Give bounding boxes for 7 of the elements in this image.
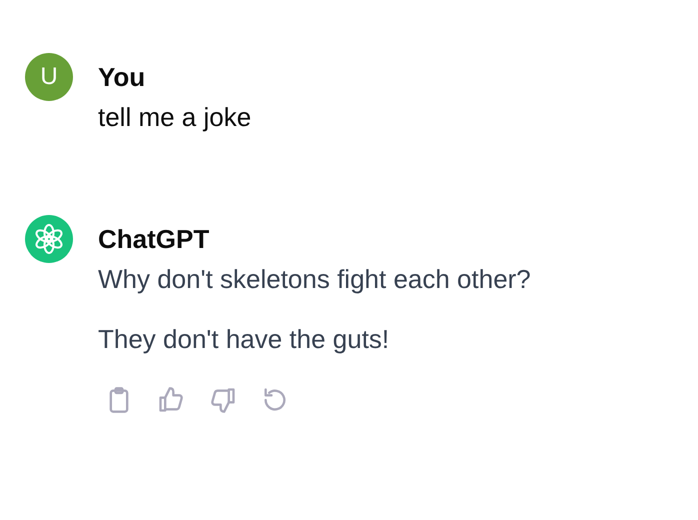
message-text: tell me a joke — [98, 101, 252, 133]
avatar: U — [25, 53, 73, 101]
author-name: ChatGPT — [98, 223, 210, 256]
message-text: Why don't skeletons fight each other? — [98, 263, 531, 295]
message-text: They don't have the guts! — [98, 323, 390, 355]
author-name: You — [98, 61, 146, 94]
knot-icon — [33, 223, 65, 255]
